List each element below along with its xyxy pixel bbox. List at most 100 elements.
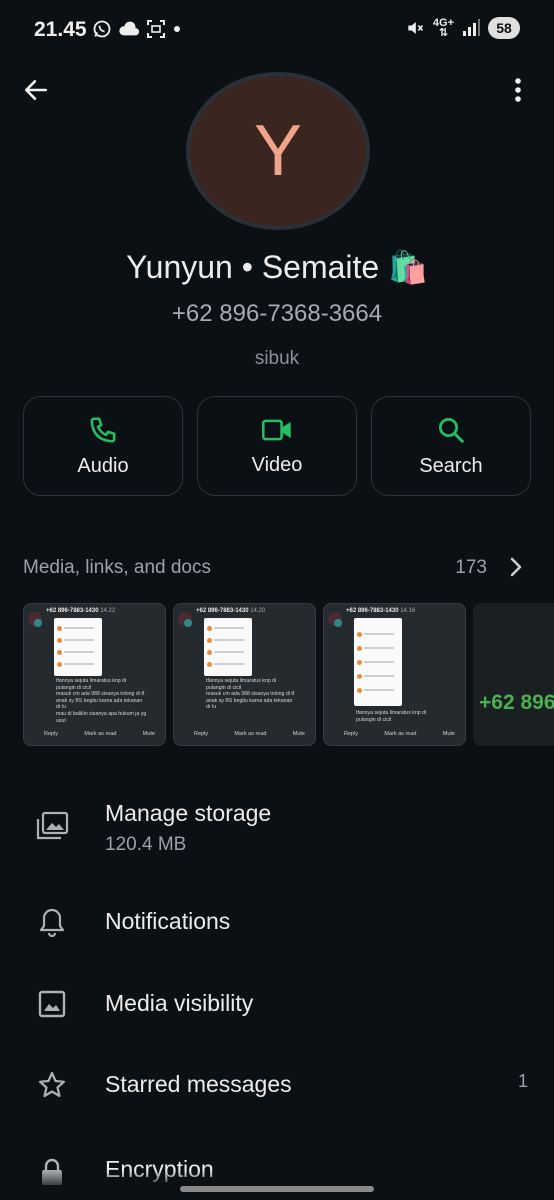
phone-icon (90, 417, 116, 442)
thumb-mark-read: Mark as read (234, 731, 267, 737)
thumb-time: 14.20 (250, 608, 266, 614)
video-icon (262, 419, 291, 440)
notifications-title: Notifications (105, 908, 231, 934)
thumb-line: anak sy BS begitu karna ada tekanan (206, 697, 293, 704)
manage-storage-title: Manage storage (105, 800, 272, 826)
signal-icon (463, 19, 480, 36)
video-call-button[interactable]: Video (197, 396, 357, 496)
media-links-docs-row[interactable]: Media, links, and docs 173 (23, 557, 531, 583)
bell-icon (39, 908, 65, 937)
whatsapp-icon (93, 20, 111, 38)
thumb-mute: Mute (142, 731, 155, 737)
thumb-mark-read: Mark as read (84, 731, 117, 737)
thumb-line: mau di balikin sisanya apa hukum ja yg (56, 710, 147, 717)
contact-name[interactable]: Yunyun • Semaite 🛍️ (0, 248, 554, 286)
thumb-mute: Mute (442, 731, 455, 737)
thumb-line: pulangin di cicil (56, 684, 92, 691)
battery-indicator: 58 (488, 17, 520, 39)
dot-icon (174, 26, 180, 32)
avatar-letter: Y (253, 111, 303, 191)
thumb-screenshot (354, 618, 402, 706)
partial-thumb-text: +62 896-78 (479, 691, 554, 714)
thumb-mark-read: Mark as read (384, 731, 417, 737)
starred-messages-item[interactable]: Starred messages 1 (0, 1063, 554, 1113)
contact-about: sibuk (254, 348, 300, 369)
thumb-line: dr lu (56, 704, 67, 711)
thumb-screenshot (204, 618, 252, 676)
media-thumbnails: +62 896-7883-1430 14.22 tfannya sejuta l… (23, 603, 554, 746)
media-title: Media, links, and docs (23, 557, 211, 578)
audio-label: Audio (77, 454, 129, 477)
more-options-button[interactable] (498, 70, 538, 110)
network-label: 4G+ (432, 17, 454, 29)
storage-icon (36, 811, 69, 840)
media-count: 173 (455, 557, 487, 578)
thumb-screenshot (54, 618, 102, 676)
manage-storage-size: 120.4 MB (105, 834, 187, 855)
thumb-mute: Mute (292, 731, 305, 737)
thumb-avatar-badge (184, 619, 192, 627)
image-icon-wrap (34, 986, 70, 1022)
status-notification-icons (92, 19, 182, 39)
video-label: Video (251, 453, 303, 476)
thumb-actions: Reply Mark as read Mute (44, 731, 155, 737)
media-thumbnail[interactable]: +62 896-7883-1430 14.20 tfannya sejuta l… (173, 603, 316, 746)
thumb-reply: Reply (194, 731, 209, 737)
thumb-reply: Reply (44, 731, 59, 737)
thumb-line: masuk cm ada 988 sisanya tolong di tf (206, 691, 295, 698)
thumb-phone: +62 896-7883-1430 14.16 (346, 608, 415, 614)
thumb-line: tfannya sejuta limaratus knp di (206, 678, 277, 684)
notifications-item[interactable]: Notifications (0, 900, 554, 950)
thumb-line: masuk cm ada 988 sisanya tolong di tf (56, 691, 145, 698)
cloud-icon (119, 21, 140, 36)
media-visibility-title: Media visibility (105, 990, 254, 1016)
contact-phone[interactable]: +62 896-7368-3664 (0, 300, 554, 328)
thumb-message: tfannya sejuta limaratus knp di pulangin… (356, 710, 459, 723)
screenshot-icon (147, 20, 165, 38)
thumb-message: tfannya sejuta limaratus knp di pulangin… (56, 678, 159, 724)
more-vertical-icon (515, 78, 521, 102)
thumb-line: usut (56, 717, 66, 724)
media-thumbnail[interactable]: +62 896-7883-1430 14.16 tfannya sejuta l… (323, 603, 466, 746)
status-bar: 21.45 4G+ ⇅ 58 (0, 0, 554, 62)
thumb-phone-text: +62 896-7883-1430 (196, 608, 249, 614)
media-thumbnail-partial[interactable]: +62 896-78 (473, 603, 554, 746)
arrow-left-icon (24, 80, 48, 100)
thumb-line: tfannya sejuta limaratus knp di (356, 710, 427, 716)
thumb-avatar-badge (334, 619, 342, 627)
back-button[interactable] (16, 70, 56, 110)
status-system-icons: 4G+ ⇅ 58 (405, 17, 520, 39)
thumb-phone-text: +62 896-7883-1430 (46, 608, 99, 614)
starred-count: 1 (517, 1071, 528, 1091)
storage-icon-wrap (34, 808, 70, 844)
thumb-time: 14.16 (400, 608, 416, 614)
contact-avatar[interactable]: Y (186, 72, 370, 230)
thumb-actions: Reply Mark as read Mute (344, 731, 455, 737)
thumb-actions: Reply Mark as read Mute (194, 731, 305, 737)
thumb-avatar-badge (34, 619, 42, 627)
search-label: Search (419, 454, 483, 477)
media-visibility-item[interactable]: Media visibility (0, 982, 554, 1032)
audio-call-button[interactable]: Audio (23, 396, 183, 496)
star-icon (38, 1071, 66, 1098)
action-buttons: Audio Video Search (23, 396, 531, 498)
starred-messages-title: Starred messages (105, 1071, 292, 1097)
thumb-line: anak sy BS begitu karna ada tekanan (56, 697, 143, 704)
thumb-line: pulangin di cicil (206, 684, 242, 691)
search-button[interactable]: Search (371, 396, 531, 496)
chevron-right-icon (510, 557, 522, 577)
star-icon-wrap (34, 1067, 70, 1103)
media-thumbnail[interactable]: +62 896-7883-1430 14.22 tfannya sejuta l… (23, 603, 166, 746)
thumb-line: dr lu (206, 704, 217, 711)
manage-storage-item[interactable]: Manage storage 120.4 MB (0, 790, 554, 870)
thumb-message: tfannya sejuta limaratus knp di pulangin… (206, 678, 309, 711)
gesture-navigation-bar[interactable] (180, 1186, 374, 1192)
thumb-phone: +62 896-7883-1430 14.20 (196, 608, 265, 614)
mute-icon (408, 22, 424, 34)
thumb-phone-text: +62 896-7883-1430 (346, 608, 399, 614)
thumb-time: 14.22 (100, 608, 116, 614)
bell-icon-wrap (34, 904, 70, 940)
thumb-phone: +62 896-7883-1430 14.22 (46, 608, 115, 614)
thumb-line: pulangin di cicil (356, 716, 392, 723)
network-type: 4G+ ⇅ (432, 17, 454, 39)
